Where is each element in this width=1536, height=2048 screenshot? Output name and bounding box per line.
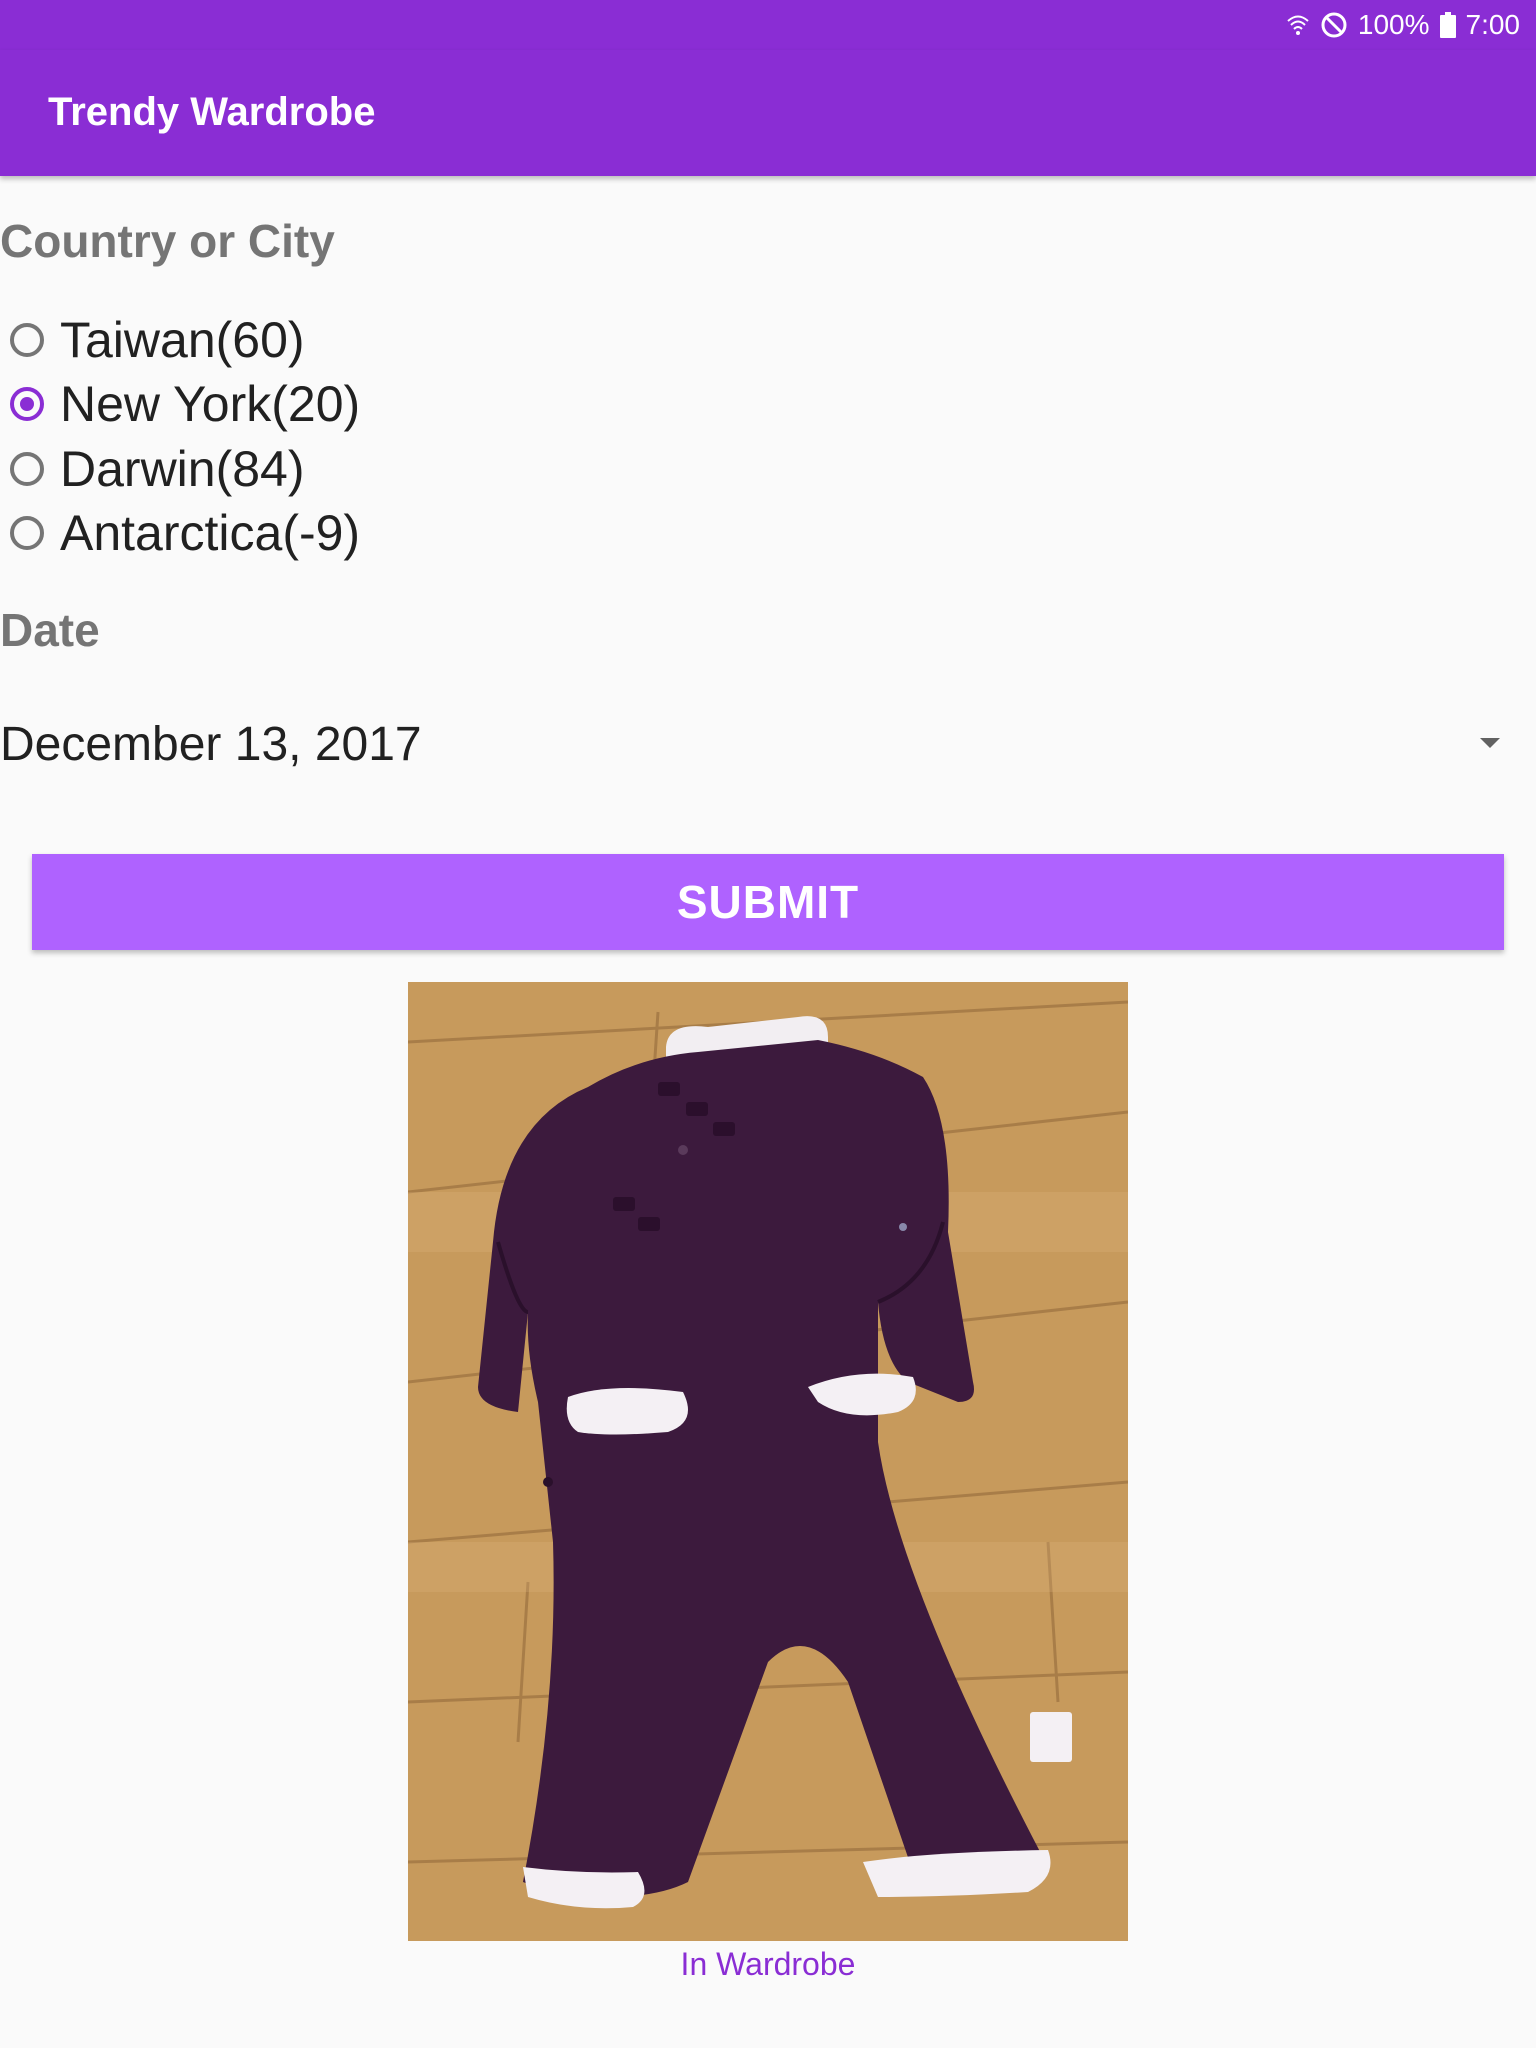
radio-button[interactable] [10,323,44,357]
battery-percent: 100% [1357,9,1430,40]
clothing-photo [408,982,1128,1941]
radio-option-label: Antarctica(-9) [60,505,361,561]
radio-option-antarctica[interactable]: Antarctica(-9) [10,503,360,563]
date-value: December 13, 2017 [0,717,422,771]
status-bar: 100% 7:00 [0,0,1536,50]
radio-option-label: New York(20) [60,376,361,432]
app-screen: 100% 7:00 Trendy Wardrobe Country or Cit… [0,0,1536,2048]
date-label: Date [0,604,100,656]
radio-option-darwin[interactable]: Darwin(84) [10,439,305,499]
submit-button[interactable]: SUBMIT [32,854,1504,950]
battery-icon [1439,12,1456,38]
radio-option-taiwan[interactable]: Taiwan(60) [10,310,305,370]
radio-button[interactable] [10,452,44,486]
clock: 7:00 [1465,9,1521,40]
radio-option-label: Taiwan(60) [60,312,305,368]
radio-option-new-york[interactable]: New York(20) [10,374,360,434]
do-not-disturb-icon [1320,11,1348,39]
radio-button-selected[interactable] [10,387,44,421]
app-title: Trendy Wardrobe [48,90,376,134]
location-label: Country or City [0,215,335,267]
app-bar: Trendy Wardrobe [0,50,1536,176]
date-dropdown[interactable]: December 13, 2017 [0,700,1510,788]
radio-option-label: Darwin(84) [60,441,305,497]
dropdown-caret-icon [1480,738,1500,748]
radio-button[interactable] [10,516,44,550]
wardrobe-status-caption: In Wardrobe [680,1946,856,1982]
wifi-icon [1286,13,1310,37]
